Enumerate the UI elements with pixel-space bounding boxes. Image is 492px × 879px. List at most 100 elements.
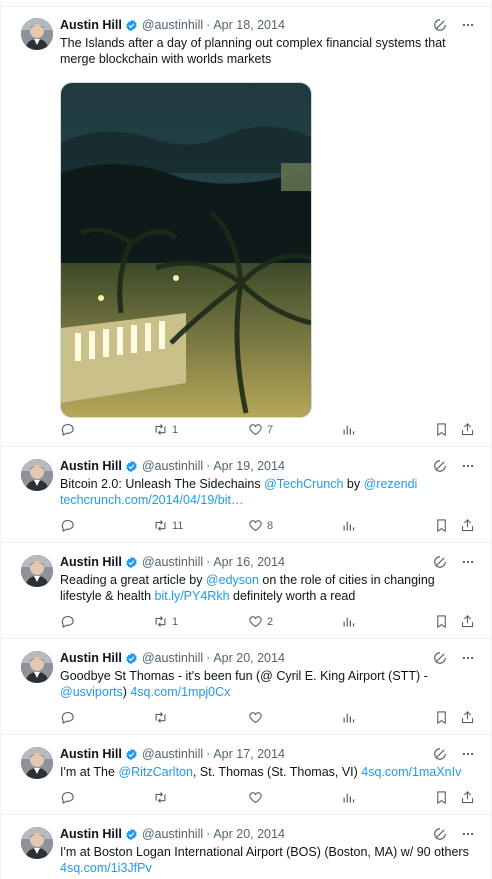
tweet-actions: 1 2 — [60, 614, 475, 632]
verified-badge-icon — [125, 460, 138, 473]
separator-dot: · — [206, 555, 211, 569]
url-link[interactable]: 4sq.com/1mpj0Cx — [130, 685, 230, 699]
tweet-text: The Islands after a day of planning out … — [60, 36, 446, 66]
text-segment: Goodbye St Thomas - it's been fun (@ Cyr… — [60, 669, 428, 683]
like-button[interactable]: 8 — [248, 518, 273, 533]
author-name[interactable]: Austin Hill — [60, 827, 122, 841]
avatar[interactable] — [21, 459, 53, 491]
tweet-date[interactable]: Apr 18, 2014 — [213, 18, 285, 32]
retweet-button[interactable]: 1 — [153, 422, 178, 437]
author-name[interactable]: Austin Hill — [60, 18, 122, 32]
tweet-date[interactable]: Apr 20, 2014 — [213, 651, 285, 665]
views-button[interactable] — [341, 790, 356, 805]
avatar[interactable] — [21, 18, 53, 50]
mention-link[interactable]: @usviports — [60, 685, 123, 699]
author-name[interactable]: Austin Hill — [60, 459, 122, 473]
like-button[interactable]: 2 — [248, 614, 273, 629]
views-button[interactable] — [341, 614, 356, 629]
avatar[interactable] — [21, 827, 53, 859]
retweet-button[interactable] — [153, 790, 172, 805]
share-button[interactable] — [460, 422, 475, 437]
tweet-photo[interactable] — [60, 82, 312, 418]
retweet-count: 1 — [172, 423, 179, 436]
bookmark-button[interactable] — [434, 518, 449, 533]
tweet-date[interactable]: Apr 17, 2014 — [213, 747, 285, 761]
retweet-button[interactable]: 1 — [153, 614, 178, 629]
author-handle[interactable]: @austinhill — [142, 747, 203, 761]
more-icon[interactable] — [461, 555, 475, 569]
views-button[interactable] — [341, 710, 356, 725]
tweet-text: I'm at Boston Logan International Airpor… — [60, 844, 477, 876]
share-button[interactable] — [460, 614, 475, 629]
url-link[interactable]: techcrunch.com/2014/04/19/bit… — [60, 493, 243, 507]
tweet[interactable]: Austin Hill @austinhill · Apr 17, 2014 I… — [1, 735, 491, 815]
author-name[interactable]: Austin Hill — [60, 555, 122, 569]
author-name[interactable]: Austin Hill — [60, 651, 122, 665]
bookmark-button[interactable] — [434, 422, 449, 437]
tweet[interactable]: Austin Hill @austinhill · Apr 19, 2014 B… — [1, 447, 491, 543]
text-segment: Bitcoin 2.0: Unleash The Sidechains — [60, 477, 265, 491]
avatar[interactable] — [21, 651, 53, 683]
views-button[interactable] — [341, 422, 356, 437]
text-segment: I'm at Boston Logan International Airpor… — [60, 845, 469, 859]
like-button[interactable] — [248, 790, 267, 805]
mention-link[interactable]: @rezendi — [364, 477, 418, 491]
like-button[interactable]: 7 — [248, 422, 273, 437]
more-icon[interactable] — [461, 827, 475, 841]
views-button[interactable] — [341, 518, 356, 533]
grok-icon[interactable] — [433, 651, 447, 665]
bookmark-button[interactable] — [434, 614, 449, 629]
retweet-button[interactable]: 11 — [153, 518, 183, 533]
tweet[interactable]: Austin Hill @austinhill · Apr 20, 2014 G… — [1, 639, 491, 735]
grok-icon[interactable] — [433, 555, 447, 569]
tweet-date[interactable]: Apr 19, 2014 — [213, 459, 285, 473]
avatar[interactable] — [21, 555, 53, 587]
reply-button[interactable] — [60, 422, 75, 437]
text-segment: I'm at The — [60, 765, 119, 779]
author-handle[interactable]: @austinhill — [142, 555, 203, 569]
tweet-date[interactable]: Apr 16, 2014 — [213, 555, 285, 569]
author-handle[interactable]: @austinhill — [142, 459, 203, 473]
more-icon[interactable] — [461, 18, 475, 32]
url-link[interactable]: bit.ly/PY4Rkh — [155, 589, 230, 603]
mention-link[interactable]: @edyson — [206, 573, 259, 587]
separator-dot: · — [206, 459, 211, 473]
verified-badge-icon — [125, 748, 138, 761]
grok-icon[interactable] — [433, 827, 447, 841]
reply-button[interactable] — [60, 790, 75, 805]
tweet-text: I'm at The @RitzCarlton, St. Thomas (St.… — [60, 764, 477, 780]
grok-icon[interactable] — [433, 459, 447, 473]
url-link[interactable]: 4sq.com/1i3JfPv — [60, 861, 152, 875]
reply-button[interactable] — [60, 518, 75, 533]
like-button[interactable] — [248, 710, 267, 725]
tweet-actions: 11 8 — [60, 518, 475, 536]
avatar[interactable] — [21, 747, 53, 779]
reply-button[interactable] — [60, 614, 75, 629]
author-handle[interactable]: @austinhill — [142, 651, 203, 665]
more-icon[interactable] — [461, 651, 475, 665]
tweet-date[interactable]: Apr 20, 2014 — [213, 827, 285, 841]
bookmark-button[interactable] — [434, 790, 449, 805]
bookmark-button[interactable] — [434, 710, 449, 725]
author-name[interactable]: Austin Hill — [60, 747, 122, 761]
share-button[interactable] — [460, 518, 475, 533]
author-handle[interactable]: @austinhill — [142, 18, 203, 32]
share-button[interactable] — [460, 710, 475, 725]
more-icon[interactable] — [461, 459, 475, 473]
grok-icon[interactable] — [433, 18, 447, 32]
grok-icon[interactable] — [433, 747, 447, 761]
like-count: 7 — [267, 423, 274, 436]
verified-badge-icon — [125, 652, 138, 665]
separator-dot: · — [206, 747, 211, 761]
more-icon[interactable] — [461, 747, 475, 761]
reply-button[interactable] — [60, 710, 75, 725]
mention-link[interactable]: @TechCrunch — [264, 477, 343, 491]
tweet[interactable]: Austin Hill @austinhill · Apr 20, 2014 I… — [1, 815, 491, 879]
retweet-button[interactable] — [153, 710, 172, 725]
tweet[interactable]: Austin Hill @austinhill · Apr 16, 2014 R… — [1, 543, 491, 639]
share-button[interactable] — [460, 790, 475, 805]
tweet[interactable]: Austin Hill @austinhill · Apr 18, 2014 T… — [1, 6, 491, 447]
url-link[interactable]: 4sq.com/1maXnIv — [361, 765, 461, 779]
mention-link[interactable]: @RitzCarlton — [118, 765, 193, 779]
author-handle[interactable]: @austinhill — [142, 827, 203, 841]
